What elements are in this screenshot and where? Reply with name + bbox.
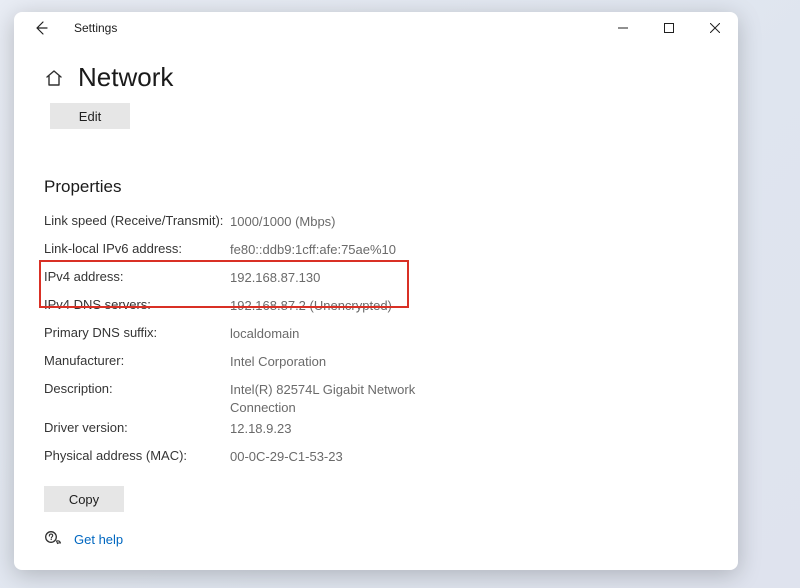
property-value: fe80::ddb9:1cff:afe:75ae%10 [230,241,396,259]
page-title: Network [78,62,173,93]
property-row: Driver version: 12.18.9.23 [44,418,444,446]
get-help-link[interactable]: Get help [74,532,123,547]
properties-section-title: Properties [44,177,708,197]
property-label: Physical address (MAC): [44,448,230,463]
property-label: IPv4 address: [44,269,230,284]
property-row: Link-local IPv6 address: fe80::ddb9:1cff… [44,239,444,267]
property-row: IPv4 DNS servers: 192.168.87.2 (Unencryp… [44,295,444,323]
properties-table: Link speed (Receive/Transmit): 1000/1000… [44,211,444,474]
close-icon [710,23,720,33]
property-label: Description: [44,381,230,396]
maximize-icon [664,23,674,33]
property-row: IPv4 address: 192.168.87.130 [44,267,444,295]
property-row: Description: Intel(R) 82574L Gigabit Net… [44,379,444,418]
property-label: Driver version: [44,420,230,435]
property-value: 1000/1000 (Mbps) [230,213,336,231]
back-button[interactable] [20,12,62,44]
property-value: 00-0C-29-C1-53-23 [230,448,343,466]
property-row: Link speed (Receive/Transmit): 1000/1000… [44,211,444,239]
property-label: IPv4 DNS servers: [44,297,230,312]
minimize-button[interactable] [600,12,646,44]
property-label: Link speed (Receive/Transmit): [44,213,230,228]
window-title: Settings [74,21,117,35]
page-header: Network [44,62,708,93]
close-button[interactable] [692,12,738,44]
window-controls [600,12,738,44]
property-value: 192.168.87.130 [230,269,320,287]
settings-window: Settings [14,12,738,570]
content-area: Network Edit Properties Link speed (Rece… [14,44,738,512]
help-row: Get help [44,530,123,548]
property-value: localdomain [230,325,299,343]
property-row: Manufacturer: Intel Corporation [44,351,444,379]
back-arrow-icon [33,20,49,36]
edit-button[interactable]: Edit [50,103,130,129]
property-row: Primary DNS suffix: localdomain [44,323,444,351]
property-value: 192.168.87.2 (Unencrypted) [230,297,392,315]
property-label: Manufacturer: [44,353,230,368]
help-icon [44,530,62,548]
copy-button[interactable]: Copy [44,486,124,512]
property-value: 12.18.9.23 [230,420,291,438]
property-row: Physical address (MAC): 00-0C-29-C1-53-2… [44,446,444,474]
property-value: Intel Corporation [230,353,326,371]
property-label: Link-local IPv6 address: [44,241,230,256]
home-icon [44,68,64,88]
maximize-button[interactable] [646,12,692,44]
property-value: Intel(R) 82574L Gigabit Network Connecti… [230,381,430,416]
property-label: Primary DNS suffix: [44,325,230,340]
minimize-icon [618,23,628,33]
titlebar: Settings [14,12,738,44]
